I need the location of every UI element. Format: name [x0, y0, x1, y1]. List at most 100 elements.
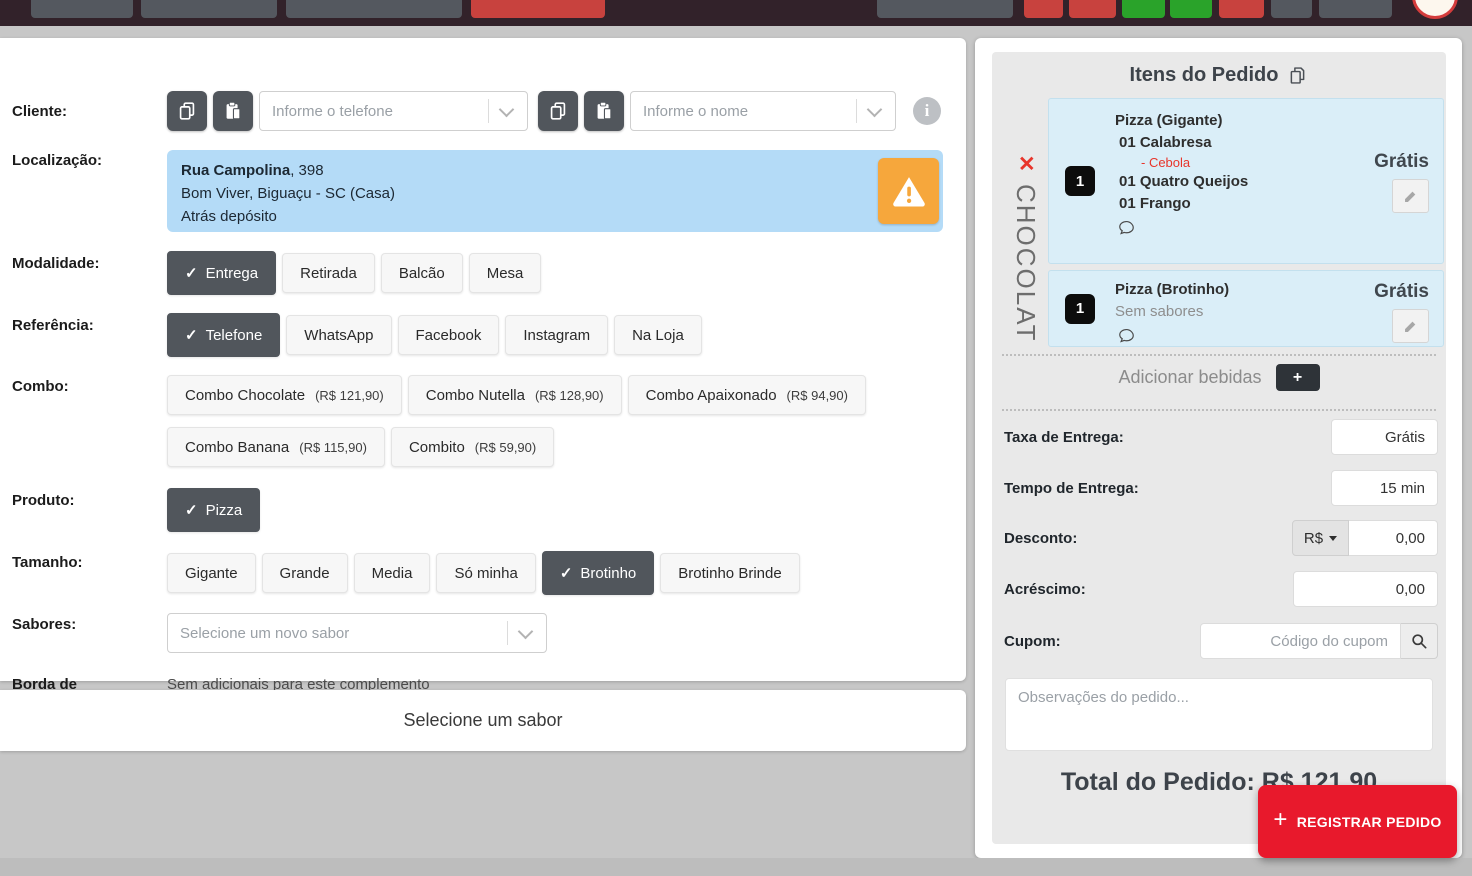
info-icon[interactable]: i	[913, 97, 941, 125]
desconto-input[interactable]	[1349, 520, 1438, 556]
topbar-button-10[interactable]	[1219, 0, 1264, 18]
phone-input[interactable]	[260, 92, 488, 130]
remove-combo-button[interactable]: ✕	[1018, 154, 1036, 175]
option-instagram[interactable]: Instagram	[505, 315, 608, 355]
avatar[interactable]	[1412, 0, 1458, 19]
paste-name-button[interactable]	[584, 91, 624, 131]
option-label: Balcão	[399, 265, 445, 282]
topbar-button-11[interactable]	[1271, 0, 1312, 18]
topbar-button-1[interactable]	[31, 0, 133, 18]
cupom-group	[1200, 623, 1438, 659]
copy-name-button[interactable]	[538, 91, 578, 131]
item-price: Grátis	[1374, 281, 1429, 303]
topbar-button-6[interactable]	[1024, 0, 1063, 18]
order-item-1[interactable]: 1 Pizza (Gigante) 01 Calabresa - Cebola …	[1048, 98, 1444, 264]
pencil-icon	[1402, 318, 1419, 335]
option-na-loja[interactable]: Na Loja	[614, 315, 702, 355]
option-balcao[interactable]: Balcão	[381, 253, 463, 293]
topbar-button-4[interactable]	[471, 0, 605, 18]
option-telefone[interactable]: ✓ Telefone	[167, 313, 280, 357]
combo-apaixonado-button[interactable]: Combo Apaixonado (R$ 94,90)	[628, 375, 866, 415]
option-brotinho-brinde[interactable]: Brotinho Brinde	[660, 553, 799, 593]
option-label: Na Loja	[632, 327, 684, 344]
cupom-label: Cupom:	[1004, 633, 1061, 650]
combo-chocolate-button[interactable]: Combo Chocolate (R$ 121,90)	[167, 375, 402, 415]
option-facebook[interactable]: Facebook	[398, 315, 500, 355]
paste-phone-button[interactable]	[213, 91, 253, 131]
sabores-label: Sabores:	[12, 616, 76, 633]
address-warning-button[interactable]	[878, 158, 939, 224]
referencia-label: Referência:	[12, 317, 94, 334]
cupom-search-button[interactable]	[1401, 623, 1438, 659]
option-label: Pizza	[206, 502, 243, 519]
taxa-entrega-input[interactable]	[1331, 419, 1438, 455]
combo-name: Combo Chocolate	[185, 387, 305, 404]
copy-order-icon[interactable]	[1287, 65, 1308, 86]
topbar-button-2[interactable]	[141, 0, 277, 18]
option-media[interactable]: Media	[354, 553, 431, 593]
order-item-2[interactable]: 1 Pizza (Brotinho) Sem sabores Grátis	[1048, 270, 1444, 347]
option-brotinho[interactable]: ✓ Brotinho	[542, 551, 654, 595]
combo-options-row-1: Combo Chocolate (R$ 121,90) Combo Nutell…	[167, 375, 866, 415]
topbar-button-5[interactable]	[877, 0, 1013, 18]
divider	[507, 621, 508, 645]
combo-banana-button[interactable]: Combo Banana (R$ 115,90)	[167, 427, 385, 467]
topbar-button-3[interactable]	[286, 0, 462, 18]
topbar-button-8[interactable]	[1122, 0, 1165, 18]
copy-phone-button[interactable]	[167, 91, 207, 131]
sabores-select[interactable]	[167, 613, 547, 653]
tempo-entrega-label: Tempo de Entrega:	[1004, 480, 1139, 497]
option-label: Retirada	[300, 265, 357, 282]
option-label: Mesa	[487, 265, 524, 282]
name-select[interactable]	[630, 91, 896, 131]
comment-icon[interactable]	[1117, 326, 1136, 345]
combo-group-label: CHOCOLAT	[1010, 184, 1041, 374]
topbar-button-7[interactable]	[1069, 0, 1116, 18]
combito-button[interactable]: Combito (R$ 59,90)	[391, 427, 554, 467]
combo-price: (R$ 94,90)	[787, 388, 848, 403]
add-drinks-button[interactable]: +	[1276, 364, 1320, 391]
comment-icon[interactable]	[1117, 218, 1136, 237]
option-retirada[interactable]: Retirada	[282, 253, 375, 293]
search-icon	[1409, 631, 1429, 651]
register-order-button[interactable]: + REGISTRAR PEDIDO	[1258, 785, 1457, 858]
option-label: Telefone	[206, 327, 263, 344]
option-pizza[interactable]: ✓ Pizza	[167, 488, 260, 532]
option-gigante[interactable]: Gigante	[167, 553, 256, 593]
phone-select[interactable]	[259, 91, 528, 131]
flavor-prompt-bar: Selecione um sabor	[0, 690, 966, 751]
pos-screen: Cliente: Localização: Modalidade: Referê…	[0, 0, 1472, 876]
address-box: Rua Campolina, 398 Bom Viver, Biguaçu - …	[167, 150, 943, 232]
edit-item-button[interactable]	[1392, 179, 1429, 213]
currency-dropdown[interactable]: R$	[1292, 520, 1349, 556]
item-title: Pizza (Gigante)	[1115, 110, 1443, 132]
name-input[interactable]	[631, 92, 856, 130]
tamanho-label: Tamanho:	[12, 554, 83, 571]
option-grande[interactable]: Grande	[262, 553, 348, 593]
option-entrega[interactable]: ✓ Entrega	[167, 251, 276, 295]
topbar-button-12[interactable]	[1319, 0, 1392, 18]
currency-label: R$	[1304, 530, 1323, 547]
sabores-input[interactable]	[168, 614, 507, 652]
topbar-button-9[interactable]	[1170, 0, 1212, 18]
option-label: Brotinho	[580, 565, 636, 582]
separator	[1002, 354, 1436, 356]
combo-nutella-button[interactable]: Combo Nutella (R$ 128,90)	[408, 375, 622, 415]
order-form-panel: Cliente: Localização: Modalidade: Referê…	[0, 38, 966, 681]
check-icon: ✓	[560, 564, 573, 582]
combo-name: Combo Apaixonado	[646, 387, 777, 404]
option-mesa[interactable]: Mesa	[469, 253, 542, 293]
option-so-minha[interactable]: Só minha	[436, 553, 535, 593]
tempo-entrega-input[interactable]	[1331, 470, 1438, 506]
bottom-scrollbar-track[interactable]	[0, 858, 1472, 876]
produto-options: ✓ Pizza	[167, 488, 260, 532]
cupom-input[interactable]	[1200, 623, 1401, 659]
option-whatsapp[interactable]: WhatsApp	[286, 315, 391, 355]
acrescimo-input[interactable]	[1293, 571, 1438, 607]
observations-textarea[interactable]	[1005, 678, 1433, 751]
combo-options-row-2: Combo Banana (R$ 115,90) Combito (R$ 59,…	[167, 427, 554, 467]
modalidade-label: Modalidade:	[12, 255, 100, 272]
edit-item-button[interactable]	[1392, 309, 1429, 343]
quantity-badge: 1	[1065, 294, 1095, 324]
flavor-prompt-text: Selecione um sabor	[403, 710, 562, 731]
